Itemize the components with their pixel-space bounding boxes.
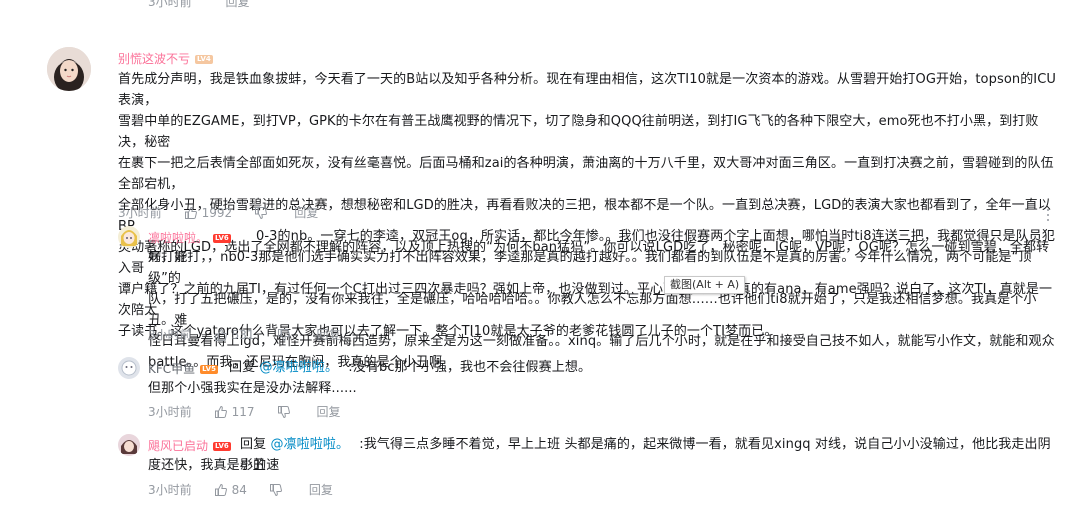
reply-body-cont: 但那个小强我实在是没办法解释...... [148,378,1058,399]
avatar[interactable] [118,226,140,248]
avatar[interactable] [118,357,140,379]
mention-link[interactable]: @凛啦啦啦。 [270,437,349,452]
comment-meta: 3小时前 84 回复 [148,481,355,498]
comment-line: :没有bc那个小强，我也不会往假赛上想。 [348,360,592,375]
like-button[interactable]: 1992 [184,205,233,220]
thumbs-down-icon [277,328,290,341]
comment-meta: 3小时前 531 回复 [148,326,363,343]
comment-body-cont: 好打能打，，nb0-3那是他们选手确实实力打不出阵容效果，李逵那是真的越打越好。… [148,247,1058,373]
thumbs-up-icon [214,328,227,341]
comment-line: 好打能打，，nb0-3那是他们选手确实实力打不出阵容效果，李逵那是真的越打越好。… [148,250,1032,286]
thumbs-down-icon [269,483,282,496]
reply-body-cont: 度还快，我真是小丑 [148,455,1058,476]
thumbs-down-icon [277,405,290,418]
avatar[interactable] [47,47,91,91]
dislike-button[interactable] [277,405,295,419]
thumbs-up-icon [214,405,227,418]
like-count: 531 [231,327,255,342]
previous-time: 3小时前 [148,0,192,9]
comment-meta: 3小时前 1992 回复 [118,204,340,221]
like-count: 1992 [201,205,233,220]
like-button[interactable]: 84 [214,483,247,497]
like-button[interactable]: 531 [214,328,255,342]
reply-button[interactable]: 回复 [309,481,333,498]
comment-meta: 3小时前 117 回复 [148,403,363,420]
username[interactable]: KFC甲鱼 LV5 [148,360,218,377]
comment-line: 队，打了五把碾压，是的，没有你来我往，全是碾压，哈哈哈哈哈。。你教人怎么不忘那方… [148,292,1037,328]
comment-time: 3小时前 [118,206,162,220]
comment-line: 但那个小强我实在是没办法解释...... [148,381,357,396]
username-text[interactable]: 别慌这波不亏 [118,52,190,66]
reply-button[interactable]: 回复 [317,403,341,420]
dislike-button[interactable] [277,328,295,342]
username[interactable]: 别慌这波不亏 LV4 [118,50,213,67]
reply-button[interactable]: 回复 [317,326,341,343]
comment-time: 3小时前 [148,405,192,419]
avatar[interactable] [118,434,140,456]
comment-line: 在裹下一把之后表情全部面如死灰，没有丝毫喜悦。后面马桶和zai的各种明演，萧油离… [118,156,1054,192]
dislike-button[interactable] [254,206,272,220]
username-text[interactable]: KFC甲鱼 [148,362,195,376]
reply-prefix: 回复 [240,437,267,452]
previous-comment-meta: 3小时前 回复 [148,0,279,10]
level-badge: LV5 [200,365,218,374]
level-badge: LV6 [213,442,231,451]
like-button[interactable]: 117 [214,405,255,419]
reply-button[interactable]: 回复 [294,204,318,221]
thumbs-up-icon [214,483,227,496]
screenshot-tooltip: 截图(Alt + A) [664,276,746,294]
more-options-icon[interactable] [1044,209,1052,223]
dislike-button[interactable] [269,483,287,497]
username-text[interactable]: 飓风已启动 [148,439,208,453]
mention-link[interactable]: @凛啦啦啦。 [259,360,338,375]
comment-line: 雪碧中单的EZGAME，到打VP，GPK的卡尔在有普王战鹰视野的情况下，切了隐身… [118,114,1039,150]
comment-line: 首先成分声明，我是铁血象拔蚌，今天看了一天的B站以及知乎各种分析。现在有理由相信… [118,72,1057,108]
username[interactable]: 飓风已启动 LV6 [148,437,231,454]
reply-prefix: 回复 [229,360,256,375]
reply-body: 回复 @凛啦啦啦。 :没有bc那个小强，我也不会往假赛上想。 [229,357,1059,378]
like-count: 117 [231,404,255,419]
level-badge: LV4 [195,55,213,64]
thumbs-down-icon [255,206,268,219]
comment-time: 3小时前 [148,483,192,497]
thumbs-up-icon [184,206,197,219]
previous-reply-button[interactable]: 回复 [225,0,249,9]
like-count: 84 [231,482,247,497]
comment-line: 度还快，我真是小丑 [148,458,266,473]
comment-time: 3小时前 [148,328,192,342]
